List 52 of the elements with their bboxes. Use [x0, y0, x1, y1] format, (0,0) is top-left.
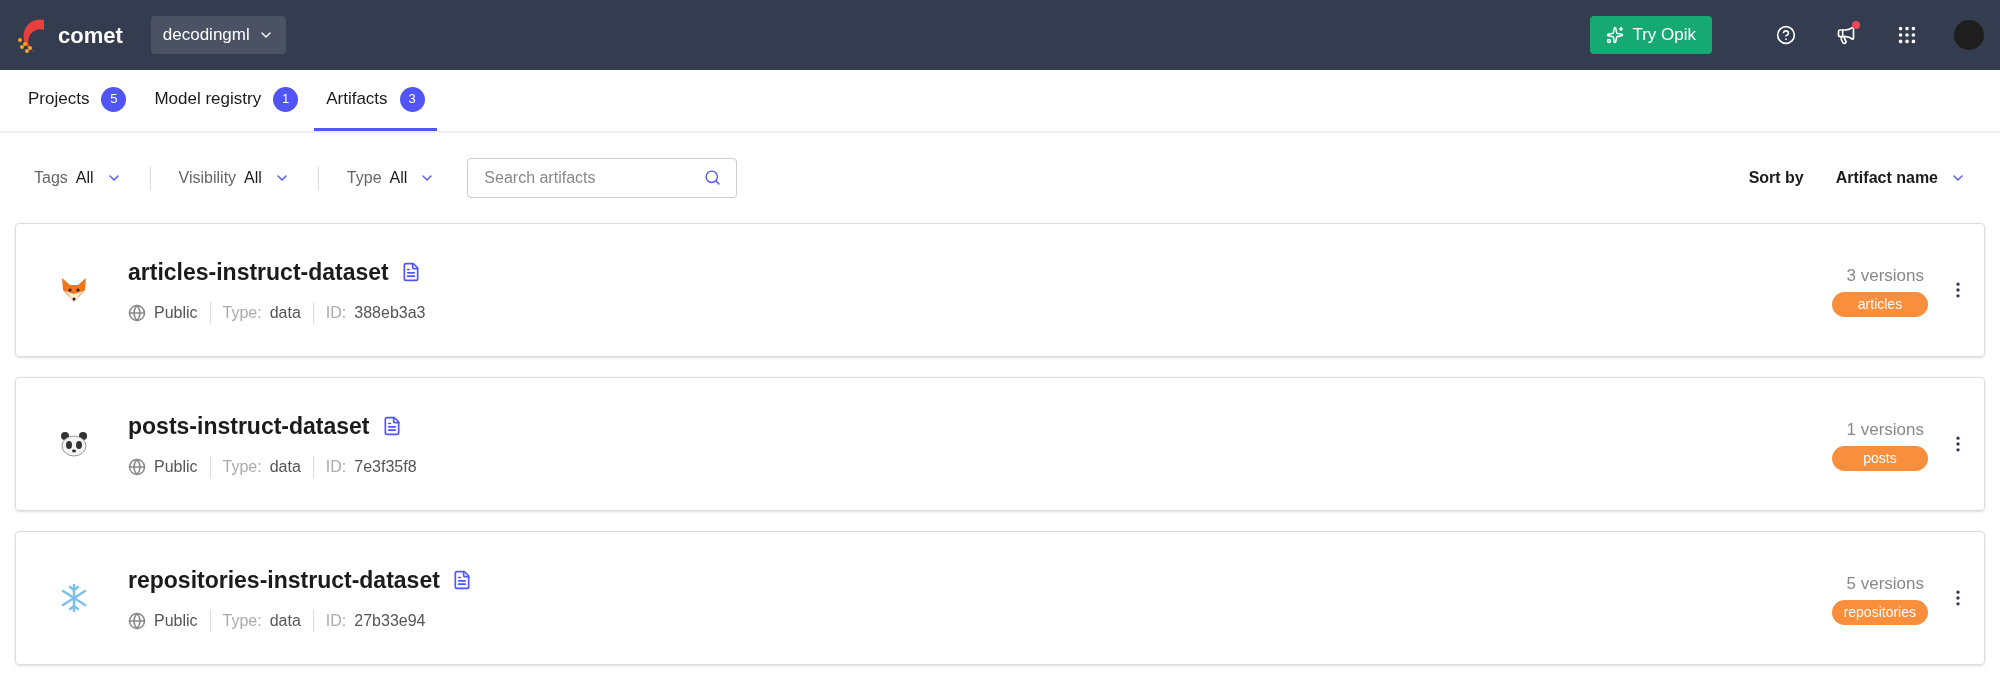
id-value: 7e3f35f8: [354, 457, 417, 478]
versions-count: 5 versions: [1846, 572, 1924, 595]
globe-icon: [128, 304, 146, 323]
type-value: data: [269, 611, 301, 632]
tag-badge: posts: [1832, 446, 1928, 472]
type-label: Type:: [222, 457, 262, 478]
type-label: Type:: [222, 611, 262, 632]
brand-name: comet: [58, 21, 123, 50]
tab[interactable]: Model registry 1: [142, 70, 311, 131]
visibility-text: Public: [154, 611, 198, 632]
tag-badge: articles: [1832, 292, 1928, 318]
sparkle-icon: [1606, 26, 1625, 44]
id-value: 27b33e94: [354, 611, 426, 632]
type-value: data: [269, 457, 301, 478]
versions-count: 1 versions: [1846, 418, 1924, 441]
visibility-text: Public: [154, 303, 198, 324]
artifact-card[interactable]: repositories-instruct-dataset Public Type: data ID: 27b33e94 5 versions repositories: [15, 531, 1985, 665]
type-value: data: [269, 303, 301, 324]
artifact-name[interactable]: articles-instruct-dataset: [128, 254, 389, 290]
filter-dropdown[interactable]: Tags All: [34, 166, 122, 190]
type-label: Type:: [222, 303, 262, 324]
count-badge: 3: [399, 86, 425, 112]
search-field[interactable]: Search artifacts: [467, 158, 738, 198]
artifact-card[interactable]: posts-instruct-dataset Public Type: data ID: 7e3f35f8 1 versions posts: [15, 377, 1985, 511]
artifact-card[interactable]: articles-instruct-dataset Public Type: data ID: 388eb3a3 3 versions articles: [15, 223, 1985, 357]
filter-dropdown[interactable]: Visibility All: [178, 166, 290, 190]
visibility-text: Public: [154, 457, 198, 478]
id-label: ID:: [325, 611, 347, 632]
tab[interactable]: Artifacts 3: [314, 70, 437, 131]
fox-icon: [59, 276, 89, 304]
tab[interactable]: Projects 5: [16, 70, 139, 131]
apps-grid-icon[interactable]: [1896, 24, 1918, 46]
sort-label: Sort by: [1748, 168, 1804, 188]
help-icon[interactable]: [1776, 25, 1796, 45]
count-badge: 5: [101, 86, 127, 112]
search-icon: [704, 169, 722, 186]
filter-dropdown[interactable]: Type All: [346, 166, 436, 190]
workspace-dropdown[interactable]: decodingml: [150, 16, 286, 54]
sort-dropdown[interactable]: Artifact name: [1835, 166, 1966, 190]
id-label: ID:: [325, 457, 347, 478]
panda-icon: [59, 430, 89, 458]
id-value: 388eb3a3: [354, 303, 426, 324]
snowflake-icon: [59, 583, 89, 613]
artifact-name[interactable]: repositories-instruct-dataset: [128, 562, 440, 598]
globe-icon: [128, 612, 146, 631]
count-badge: 1: [273, 86, 299, 112]
tag-badge: repositories: [1831, 600, 1928, 626]
versions-count: 3 versions: [1846, 264, 1924, 287]
globe-icon: [128, 458, 146, 477]
id-label: ID:: [325, 303, 347, 324]
megaphone-icon[interactable]: [1836, 25, 1856, 45]
artifact-name[interactable]: posts-instruct-dataset: [128, 408, 370, 444]
